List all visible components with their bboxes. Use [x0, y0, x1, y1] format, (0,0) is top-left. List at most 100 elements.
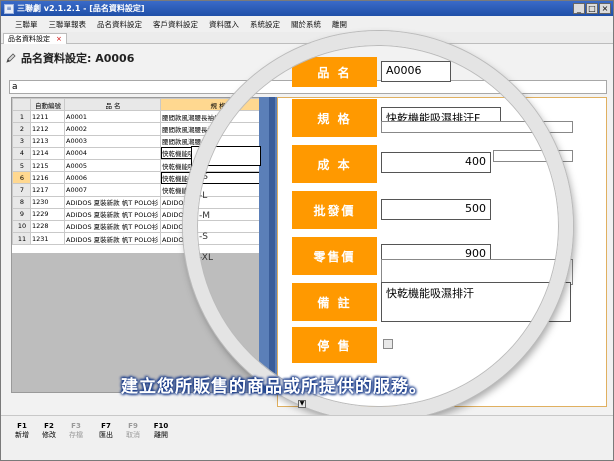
window-controls: _ □ ×	[573, 3, 611, 14]
fkey-label: 修改	[42, 431, 56, 439]
cell-id[interactable]: 1214	[30, 146, 65, 160]
f2-edit-button[interactable]: F2 修改	[36, 422, 62, 440]
f10-exit-button[interactable]: F10 離開	[148, 422, 174, 440]
cell-id[interactable]: 1216	[30, 171, 65, 185]
fkey-code: F7	[101, 422, 111, 430]
cell-name[interactable]: ADIDOS 夏裝新款 帆T POLO衫	[64, 207, 161, 221]
grid-corner[interactable]	[12, 97, 31, 112]
row-number[interactable]: 9	[12, 207, 31, 221]
cell-name[interactable]: ADIDOS 夏裝新款 帆T POLO衫	[64, 195, 161, 209]
cell-id[interactable]: 1228	[30, 219, 65, 234]
cell-name[interactable]: A0001	[64, 110, 161, 124]
scroll-down-icon[interactable]: ▼	[298, 400, 306, 408]
table-row[interactable]: 11 1231 ADIDOS 夏裝新款 帆T POLO衫 ADIDOS 夏	[12, 232, 275, 246]
cell-name[interactable]: A0005	[64, 158, 161, 173]
menu-item-exit[interactable]: 離開	[332, 19, 347, 30]
title-bar: ≡ 三聯劇 v2.1.2.1 - [品名資料設定] _ □ ×	[1, 1, 613, 16]
fkey-code: F3	[71, 422, 81, 430]
fkey-code: F9	[128, 422, 138, 430]
cell-id[interactable]: 1211	[30, 110, 65, 124]
size-item: -XL	[199, 253, 213, 263]
discontinued-checkbox[interactable]	[383, 339, 393, 349]
wholesale-price-field[interactable]: 500	[381, 199, 491, 220]
maximize-icon[interactable]: □	[586, 3, 598, 14]
f9-cancel-button[interactable]: F9 取消	[120, 422, 146, 440]
cell-id[interactable]: 1212	[30, 122, 65, 136]
cell-id[interactable]: 1215	[30, 158, 65, 173]
size-item: -S	[199, 232, 208, 242]
cell-spec[interactable]: 快乾機能吸	[160, 171, 275, 185]
table-row[interactable]: 2 1212 A0002 腰間款風潮腰長袖(	[12, 122, 275, 136]
cell-id[interactable]: 1229	[30, 207, 65, 221]
label-name: 品 名	[292, 57, 377, 87]
table-row[interactable]: 9 1229 ADIDOS 夏裝新款 帆T POLO衫 ADIDOS 夏	[12, 207, 275, 221]
row-number[interactable]: 3	[12, 134, 31, 148]
menu-item-system-settings[interactable]: 系統設定	[250, 19, 280, 30]
f7-export-button[interactable]: F7 匯出	[93, 422, 119, 440]
cell-id[interactable]: 1213	[30, 134, 65, 148]
menu-item-customer-settings[interactable]: 客戶資料設定	[153, 19, 198, 30]
fkey-code: F2	[44, 422, 54, 430]
grid-header-row: 自動編號 品 名 規 格	[12, 97, 275, 112]
cost-field-extension[interactable]	[493, 150, 573, 162]
minimize-icon[interactable]: _	[573, 3, 585, 14]
cell-name[interactable]: A0004	[64, 146, 161, 160]
cell-spec[interactable]: ADIDOS 夏	[160, 219, 275, 234]
cell-id[interactable]: 1231	[30, 232, 65, 246]
row-number[interactable]: 6	[12, 171, 31, 185]
column-header-spec[interactable]: 規 格	[160, 97, 275, 112]
f3-save-button[interactable]: F3 存檔	[63, 422, 89, 440]
size-item: -L	[199, 191, 208, 201]
column-header-id[interactable]: 自動編號	[30, 97, 65, 112]
cell-spec[interactable]: ADIDOS 夏	[160, 195, 275, 209]
tab-product-settings[interactable]: 品名資料設定 ×	[3, 33, 67, 44]
row-number[interactable]: 5	[12, 158, 31, 173]
cell-spec[interactable]: 腰間款風潮腰長袖(	[160, 122, 275, 136]
menu-bar: 三聯單 三聯單報表 品名資料設定 客戶資料設定 資料匯入 系統設定 關於系統 離…	[1, 16, 613, 32]
name-field[interactable]: A0006	[381, 61, 451, 82]
product-grid[interactable]: 自動編號 品 名 規 格 1 1211 A0001 腰間款風潮腰長袖(深藍 2 …	[11, 97, 275, 393]
cell-name[interactable]: A0003	[64, 134, 161, 148]
table-row[interactable]: 7 1217 A0007 快乾機能吸	[12, 183, 275, 197]
app-icon: ≡	[4, 3, 14, 14]
cell-name[interactable]: A0007	[64, 183, 161, 197]
menu-item-product-settings[interactable]: 品名資料設定	[97, 19, 142, 30]
cell-spec[interactable]: 快乾機能吸	[160, 183, 275, 197]
cell-name[interactable]: ADIDOS 夏裝新款 帆T POLO衫	[64, 232, 161, 246]
cell-id[interactable]: 1217	[30, 183, 65, 197]
note-field[interactable]: 快乾機能吸濕排汗	[381, 282, 571, 322]
table-row-active[interactable]: 6 1216 A0006 快乾機能吸	[12, 171, 275, 185]
table-row[interactable]: 1 1211 A0001 腰間款風潮腰長袖(深藍	[12, 110, 275, 124]
row-number[interactable]: 8	[12, 195, 31, 209]
row-number[interactable]: 2	[12, 122, 31, 136]
cell-id[interactable]: 1230	[30, 195, 65, 209]
tab-close-icon[interactable]: ×	[56, 35, 62, 43]
cell-spec[interactable]: ADIDOS 夏	[160, 232, 275, 246]
row-number[interactable]: 7	[12, 183, 31, 197]
cell-spec[interactable]: ADIDOS 夏	[160, 207, 275, 221]
label-retail: 零售價	[292, 237, 377, 275]
menu-item-receipt-report[interactable]: 三聯單報表	[49, 19, 87, 30]
row-number[interactable]: 4	[12, 146, 31, 160]
cost-field[interactable]: 400	[381, 152, 491, 173]
cell-spec[interactable]: 腰間款風潮腰長袖(深藍	[160, 110, 275, 124]
row-number[interactable]: 1	[12, 110, 31, 124]
row-number[interactable]: 10	[12, 219, 31, 234]
menu-item-receipt[interactable]: 三聯單	[15, 19, 38, 30]
table-row[interactable]: 10 1228 ADIDOS 夏裝新款 帆T POLO衫 ADIDOS 夏	[12, 219, 275, 234]
size-item: -S	[199, 172, 208, 182]
row-number[interactable]: 11	[12, 232, 31, 246]
cell-name[interactable]: A0002	[64, 122, 161, 136]
label-wholesale: 批發價	[292, 191, 377, 229]
cell-name[interactable]: A0006	[64, 171, 161, 185]
column-header-name[interactable]: 品 名	[64, 97, 161, 112]
lens-grid-edge	[191, 146, 261, 166]
menu-item-data-import[interactable]: 資料匯入	[209, 19, 239, 30]
cell-name[interactable]: ADIDOS 夏裝新款 帆T POLO衫	[64, 219, 161, 234]
close-icon[interactable]: ×	[599, 3, 611, 14]
label-note: 備 註	[292, 283, 377, 321]
table-row[interactable]: 8 1230 ADIDOS 夏裝新款 帆T POLO衫 ADIDOS 夏	[12, 195, 275, 209]
f1-add-button[interactable]: F1 新增	[9, 422, 35, 440]
spec-field-extension[interactable]	[381, 121, 573, 133]
menu-item-about[interactable]: 關於系統	[291, 19, 321, 30]
